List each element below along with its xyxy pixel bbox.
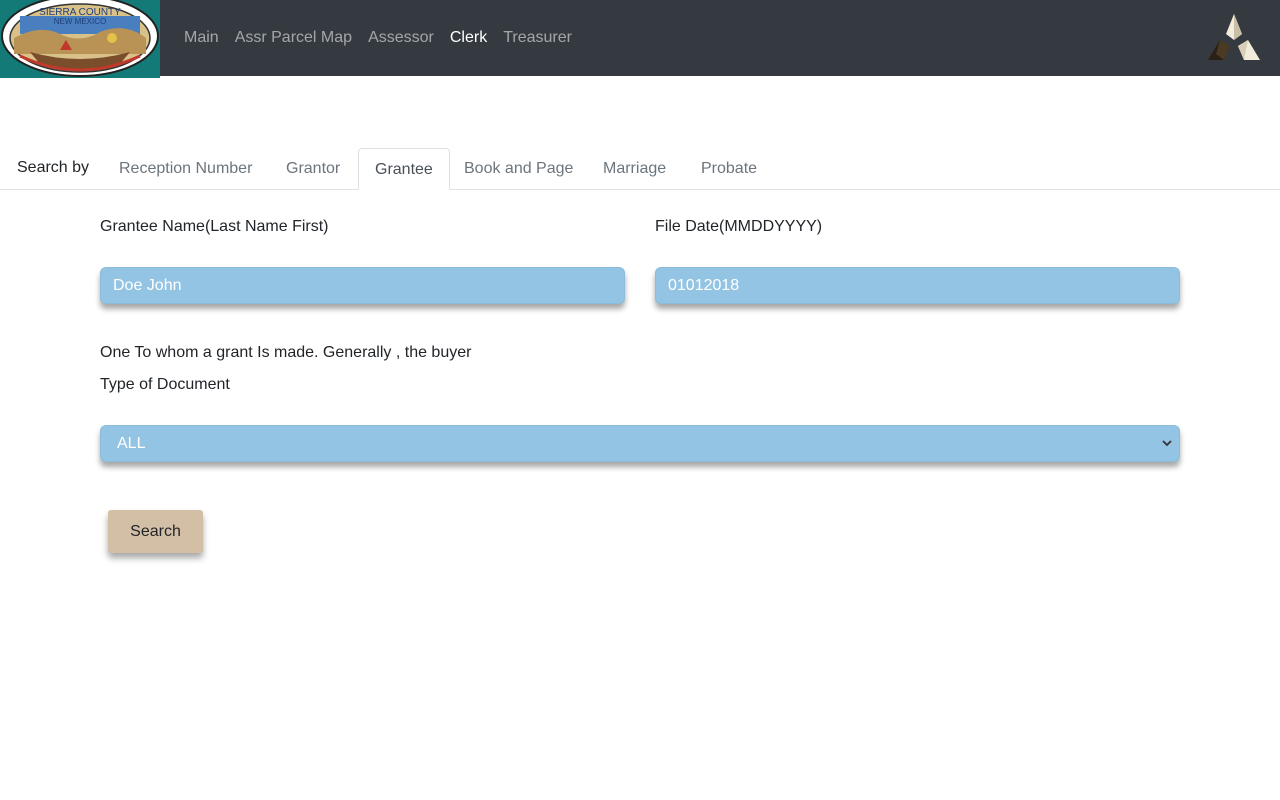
nav-links: Main Assr Parcel Map Assessor Clerk Trea… — [184, 0, 588, 76]
logo-container[interactable]: SIERRA COUNTY NEW MEXICO — [0, 0, 160, 78]
nav-link-treasurer[interactable]: Treasurer — [503, 29, 572, 47]
search-button[interactable]: Search — [108, 510, 203, 553]
file-date-input[interactable] — [655, 267, 1180, 304]
search-by-label: Search by — [17, 159, 90, 176]
nav-link-parcel-map[interactable]: Assr Parcel Map — [235, 29, 352, 47]
top-navbar: SIERRA COUNTY NEW MEXICO Main Assr Parce… — [0, 0, 1280, 78]
document-type-label: Type of Document — [100, 376, 230, 393]
grantee-name-input[interactable] — [100, 267, 625, 304]
tab-book-and-page[interactable]: Book and Page — [448, 148, 589, 189]
nav-link-assessor[interactable]: Assessor — [368, 29, 434, 47]
search-tabs: Search by Reception Number Grantor Grant… — [0, 148, 1280, 190]
document-type-select[interactable]: ALL — [100, 425, 1180, 462]
document-type-value: ALL — [117, 434, 146, 452]
nav-link-main[interactable]: Main — [184, 29, 219, 47]
tab-probate[interactable]: Probate — [685, 148, 773, 189]
chevron-down-icon — [1162, 440, 1172, 447]
file-date-label: File Date(MMDDYYYY) — [655, 218, 823, 235]
tab-grantor[interactable]: Grantor — [270, 148, 356, 189]
logo-text-bottom: NEW MEXICO — [54, 17, 106, 26]
pyramid-triangles-icon[interactable] — [1206, 12, 1262, 62]
tab-marriage[interactable]: Marriage — [587, 148, 682, 189]
tab-grantee[interactable]: Grantee — [358, 148, 450, 190]
grantee-definition: One To whom a grant Is made. Generally ,… — [100, 344, 472, 361]
tab-reception-number[interactable]: Reception Number — [103, 148, 268, 189]
county-seal-icon: SIERRA COUNTY NEW MEXICO — [1, 0, 159, 77]
grantee-name-label: Grantee Name(Last Name First) — [100, 218, 329, 235]
nav-link-clerk[interactable]: Clerk — [450, 29, 487, 47]
